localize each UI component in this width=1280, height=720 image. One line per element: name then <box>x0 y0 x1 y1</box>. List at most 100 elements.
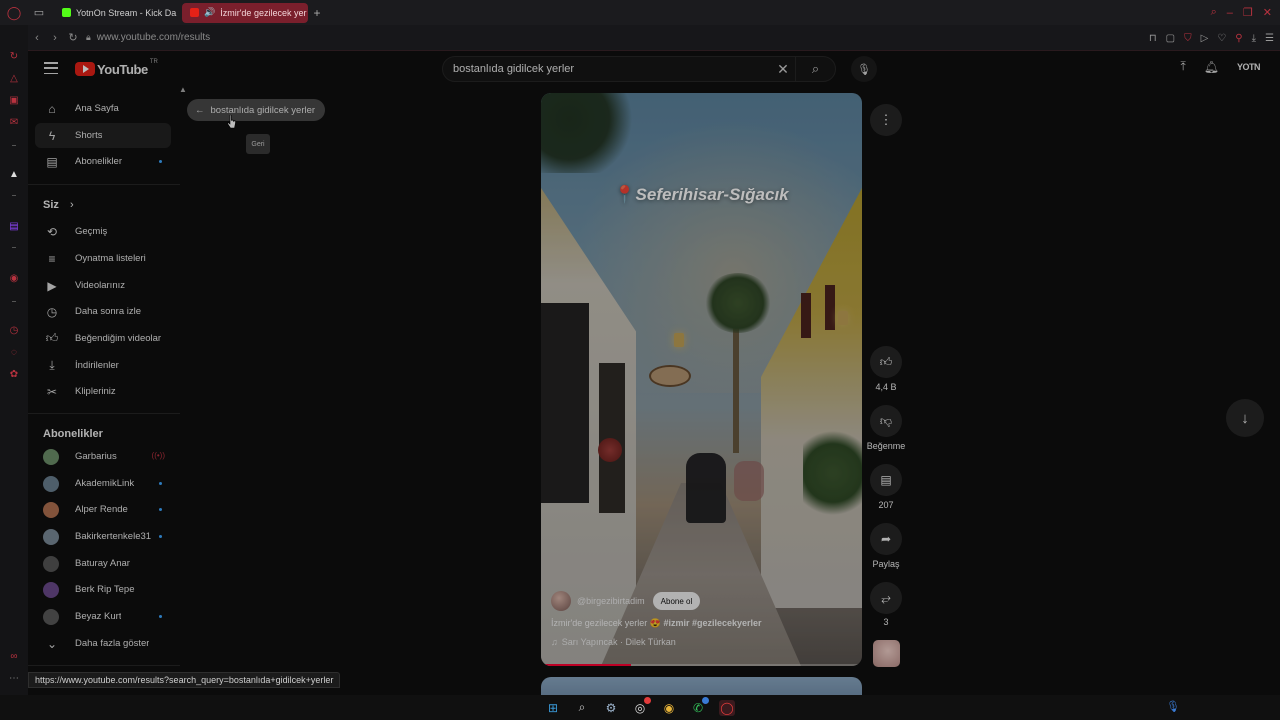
tab-youtube[interactable]: 🔊 İzmir'de gezilecek yer <box>182 2 308 23</box>
location-pin-icon: 📍 <box>614 185 636 204</box>
clear-search-icon[interactable]: ✕ <box>771 57 795 81</box>
adblock-icon[interactable]: ⛉ <box>1184 33 1192 44</box>
app-icon[interactable]: ▲ <box>7 167 21 181</box>
url-text[interactable]: www.youtube.com/results <box>97 32 210 43</box>
tab-kick[interactable]: YotnOn Stream - Kick Da <box>54 3 178 23</box>
guide-item-history[interactable]: ⟲ Geçmiş <box>35 219 171 244</box>
snapshot-icon[interactable]: ▢ <box>1166 33 1175 44</box>
remix-button[interactable]: ⥂ <box>870 582 902 614</box>
search-icon[interactable]: ⌕ <box>574 700 590 716</box>
playback-progress-bar[interactable] <box>541 664 862 666</box>
channel-name[interactable]: @birgezibirtadim <box>577 596 645 606</box>
youtube-wordmark: YouTube <box>97 61 148 77</box>
whatsapp-icon[interactable]: ✆ <box>690 696 709 716</box>
opera-icon[interactable]: ◎ <box>632 696 651 716</box>
new-tab-icon[interactable]: + <box>308 3 326 23</box>
channel-avatar[interactable] <box>551 591 571 611</box>
lock-icon[interactable]: 🔒︎ <box>86 32 91 43</box>
guide-sidebar: ⌂ Ana Sayfa ϟ Shorts ▤ Abonelikler Siz ›… <box>28 87 183 695</box>
speaker-icon[interactable]: 🔊 <box>204 7 215 18</box>
messenger-icon[interactable]: ▣ <box>7 93 21 107</box>
notifications-icon[interactable]: 🔔︎ <box>1204 60 1219 74</box>
next-video-arrow-down-icon[interactable]: ↓ <box>1226 399 1264 437</box>
guide-item-shorts[interactable]: ϟ Shorts <box>35 123 171 148</box>
player-icon[interactable]: ◉ <box>7 271 21 285</box>
search-input[interactable] <box>443 57 771 81</box>
like-button[interactable]: 👍︎ <box>870 346 902 378</box>
opera-gx-icon[interactable]: ◯ <box>719 699 735 716</box>
sub-item-bakirkertenkele31[interactable]: Bakirkertenkele31 <box>35 524 171 549</box>
heart-icon[interactable]: ♡ <box>1217 33 1226 44</box>
player-icon[interactable]: ▷ <box>1201 33 1209 44</box>
bookmark-icon[interactable]: ⊓ <box>1149 33 1157 44</box>
you-section-header[interactable]: Siz › <box>43 199 74 211</box>
profile-icon[interactable]: ⚲ <box>1235 33 1242 44</box>
sub-item-baturay-anar[interactable]: Baturay Anar <box>35 551 171 576</box>
guide-label: Geçmiş <box>75 226 108 237</box>
sub-item-berk-rip-tepe[interactable]: Berk Rip Tepe <box>35 577 171 602</box>
guide-item-clips[interactable]: ✂ Klipleriniz <box>35 379 171 404</box>
settings-icon[interactable]: ✿ <box>7 367 21 381</box>
reload-icon[interactable]: ↻ <box>64 25 82 51</box>
browser-tab-bar: ◯ ▭ YotnOn Stream - Kick Da 🔊 İzmir'de g… <box>0 0 1280 25</box>
history-icon[interactable]: ↻ <box>7 49 21 63</box>
caption-hashtags[interactable]: #izmir #gezilecekyerler <box>663 618 761 628</box>
account-avatar[interactable]: YOTN <box>1237 62 1261 72</box>
dislike-button[interactable]: 👎︎ <box>870 405 902 437</box>
more-icon[interactable]: ⋯ <box>7 671 21 685</box>
chat-icon[interactable]: ◌ <box>7 345 21 359</box>
search-tabs-icon[interactable]: ⌕ <box>1211 6 1217 19</box>
forward-icon[interactable]: › <box>46 25 64 51</box>
share-button[interactable]: ➦ <box>870 523 902 555</box>
home-icon: ⌂ <box>48 101 56 116</box>
microphone-tray-icon[interactable]: 🎙︎ <box>1166 700 1180 713</box>
menu-icon[interactable] <box>44 62 58 74</box>
back-to-search-button[interactable]: ← bostanlıda gidilcek yerler <box>187 99 326 121</box>
youtube-logo[interactable]: YouTube TR <box>75 59 158 77</box>
music-row[interactable]: ♫ Sarı Yapıncak · Dilek Türkan <box>551 637 851 647</box>
subscribe-button[interactable]: Abone ol <box>652 592 701 610</box>
guide-item-liked[interactable]: 👍︎ Beğendiğim videolar <box>35 326 171 351</box>
opera-logo-icon[interactable]: ◯ <box>0 0 28 25</box>
download-icon[interactable]: ⤓ <box>1252 33 1256 44</box>
chrome-icon[interactable]: ◉ <box>661 700 677 716</box>
gx-icon[interactable]: ∞ <box>7 649 21 663</box>
show-more-button[interactable]: ⌄ Daha fazla göster <box>35 631 171 656</box>
mail-icon[interactable]: ✉ <box>7 115 21 129</box>
steam-icon[interactable]: ⚙ <box>603 700 619 716</box>
easy-setup-icon[interactable]: ☰ <box>1265 33 1274 44</box>
sub-item-garbarius[interactable]: Garbarius ((•)) <box>35 444 171 469</box>
restore-icon[interactable]: ❐ <box>1243 6 1253 19</box>
guide-item-playlists[interactable]: ≡ Oynatma listeleri <box>35 246 171 271</box>
video-caption[interactable]: İzmir'de gezilecek yerler 😍 #izmir #gezi… <box>551 618 851 629</box>
guide-item-watch-later[interactable]: ◷ Daha sonra izle <box>35 299 171 324</box>
new-content-dot <box>159 482 162 485</box>
avatar <box>43 555 59 572</box>
sub-item-beyaz-kurt[interactable]: Beyaz Kurt <box>35 604 171 629</box>
back-chip-label: bostanlıda gidilcek yerler <box>210 104 316 116</box>
search-icon[interactable]: ⌕ <box>795 57 835 81</box>
sub-item-akademiklink[interactable]: AkademikLink <box>35 471 171 496</box>
avatar <box>43 475 59 492</box>
upload-icon[interactable]: ⤒ <box>1180 59 1185 74</box>
windows-start-icon[interactable]: ⊞ <box>545 700 561 716</box>
minimize-icon[interactable]: – <box>1227 7 1233 19</box>
short-video-player[interactable]: 📍Seferihisar-Sığacık @birgezibirtadim Ab… <box>541 93 862 666</box>
twitch-icon[interactable]: ▤ <box>7 219 21 233</box>
aria-icon[interactable]: △ <box>7 71 21 85</box>
sub-item-alper-rende[interactable]: Alper Rende <box>35 497 171 522</box>
guide-item-downloads[interactable]: ⤓ İndirilenler <box>35 353 171 378</box>
more-options-icon[interactable]: ⋮ <box>870 104 902 136</box>
comments-button[interactable]: ▤ <box>870 464 902 496</box>
back-icon[interactable]: ‹ <box>28 25 46 51</box>
sound-thumbnail[interactable] <box>873 640 900 667</box>
guide-item-home[interactable]: ⌂ Ana Sayfa <box>35 96 171 121</box>
microphone-icon[interactable]: 🎙︎ <box>851 56 877 82</box>
close-icon[interactable]: ✕ <box>1263 6 1272 19</box>
guide-item-subscriptions[interactable]: ▤ Abonelikler <box>35 149 171 174</box>
tab-menu-icon[interactable]: ▭ <box>28 0 50 25</box>
clock-icon[interactable]: ◷ <box>7 323 21 337</box>
guide-item-your-videos[interactable]: ▶ Videolarınız <box>35 273 171 298</box>
download-icon: ⤓ <box>49 358 55 372</box>
country-code: TR <box>149 59 158 65</box>
